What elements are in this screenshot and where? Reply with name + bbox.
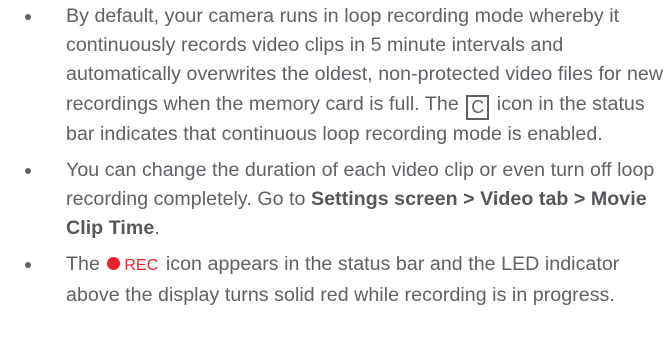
rec-label: REC	[124, 257, 159, 275]
instruction-list: By default, your camera runs in loop rec…	[0, 2, 672, 310]
list-item-rec-indicator: The REC icon appears in the status bar a…	[0, 250, 672, 309]
list-item-clip-duration: You can change the duration of each vide…	[0, 156, 672, 244]
bullet-icon	[25, 167, 31, 174]
loop-recording-c-icon: C	[466, 94, 490, 120]
recording-dot-icon	[107, 257, 121, 271]
list-item-loop-recording: By default, your camera runs in loop rec…	[0, 2, 672, 149]
bullet-icon	[25, 262, 31, 269]
rec-icon: REC	[107, 250, 158, 280]
bullet-icon	[25, 14, 31, 20]
clip-duration-text-end: .	[154, 217, 160, 240]
rec-text-start: The	[66, 253, 106, 276]
